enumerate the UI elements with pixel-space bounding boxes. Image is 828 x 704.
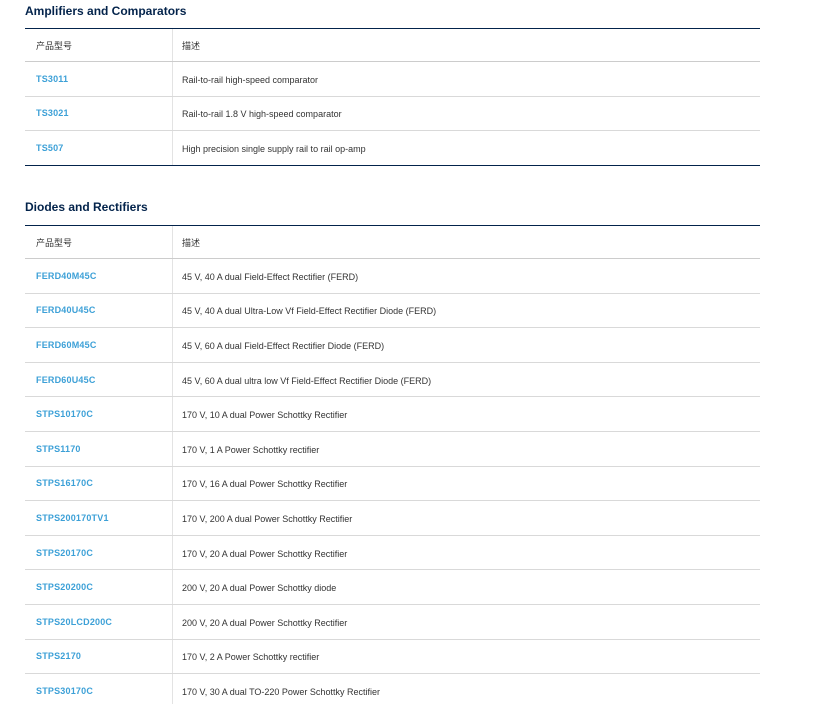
part-description: 170 V, 16 A dual Power Schottky Rectifie… bbox=[182, 479, 348, 490]
table-row: STPS200170TV1 170 V, 200 A dual Power Sc… bbox=[25, 501, 760, 536]
product-table: 产品型号 描述 TS3011 Rail-to-rail high-speed c… bbox=[25, 28, 760, 166]
part-description: 45 V, 40 A dual Field-Effect Rectifier (… bbox=[182, 271, 359, 282]
part-description: 170 V, 20 A dual Power Schottky Rectifie… bbox=[182, 548, 348, 559]
part-description: 170 V, 10 A dual Power Schottky Rectifie… bbox=[182, 410, 348, 421]
table-row: TS3021 Rail-to-rail 1.8 V high-speed com… bbox=[25, 96, 760, 132]
part-number-link[interactable]: STPS20170C bbox=[36, 548, 93, 558]
section-title: Diodes and Rectifiers bbox=[25, 200, 148, 214]
part-description: 170 V, 30 A dual TO-220 Power Schottky R… bbox=[182, 686, 380, 697]
part-number-link[interactable]: STPS30170C bbox=[36, 686, 93, 696]
column-header-description: 描述 bbox=[182, 238, 201, 248]
part-number-link[interactable]: STPS200170TV1 bbox=[36, 513, 109, 523]
part-description: Rail-to-rail 1.8 V high-speed comparator bbox=[182, 109, 342, 120]
part-number-link[interactable]: STPS2170 bbox=[36, 651, 81, 661]
part-number-link[interactable]: TS3021 bbox=[36, 108, 69, 118]
column-header-part: 产品型号 bbox=[36, 237, 73, 248]
table-row: TS3011 Rail-to-rail high-speed comparato… bbox=[25, 62, 760, 97]
part-number-link[interactable]: FERD40U45C bbox=[36, 305, 96, 315]
part-description: 45 V, 60 A dual Field-Effect Rectifier D… bbox=[182, 340, 385, 351]
part-description: 45 V, 60 A dual ultra low Vf Field-Effec… bbox=[182, 375, 432, 386]
part-description: 200 V, 20 A dual Power Schottky Rectifie… bbox=[182, 617, 348, 628]
table-header-row: 产品型号 描述 bbox=[25, 29, 760, 62]
part-number-link[interactable]: FERD60M45C bbox=[36, 340, 97, 350]
part-number-link[interactable]: TS507 bbox=[36, 143, 64, 153]
table-row: STPS30170C 170 V, 30 A dual TO-220 Power… bbox=[25, 674, 760, 704]
section-diodes-rectifiers: Diodes and Rectifiers 产品型号 描述 FERD40M45C… bbox=[25, 196, 760, 704]
table-row: STPS1170 170 V, 1 A Power Schottky recti… bbox=[25, 431, 760, 467]
part-description: 200 V, 20 A dual Power Schottky diode bbox=[182, 583, 337, 594]
part-number-link[interactable]: STPS16170C bbox=[36, 478, 93, 488]
page: Amplifiers and Comparators 产品型号 描述 TS301… bbox=[0, 0, 828, 704]
table-header-row: 产品型号 描述 bbox=[25, 226, 760, 259]
part-description: 170 V, 1 A Power Schottky rectifier bbox=[182, 444, 320, 455]
table-row: STPS20170C 170 V, 20 A dual Power Schott… bbox=[25, 535, 760, 571]
part-description: 45 V, 40 A dual Ultra-Low Vf Field-Effec… bbox=[182, 306, 437, 317]
part-description: High precision single supply rail to rai… bbox=[182, 143, 366, 154]
table-row: STPS10170C 170 V, 10 A dual Power Schott… bbox=[25, 397, 760, 432]
part-number-link[interactable]: TS3011 bbox=[36, 74, 68, 84]
part-description: 170 V, 2 A Power Schottky rectifier bbox=[182, 652, 320, 663]
part-number-link[interactable]: FERD60U45C bbox=[36, 375, 96, 385]
table-row: FERD60U45C 45 V, 60 A dual ultra low Vf … bbox=[25, 362, 760, 398]
table-row: STPS20LCD200C 200 V, 20 A dual Power Sch… bbox=[25, 604, 760, 640]
product-table: 产品型号 描述 FERD40M45C 45 V, 40 A dual Field… bbox=[25, 225, 760, 704]
table-row: FERD40M45C 45 V, 40 A dual Field-Effect … bbox=[25, 259, 760, 294]
part-number-link[interactable]: STPS20LCD200C bbox=[36, 617, 112, 627]
column-header-part: 产品型号 bbox=[36, 40, 73, 51]
table-row: STPS2170 170 V, 2 A Power Schottky recti… bbox=[25, 639, 760, 675]
table-row: FERD40U45C 45 V, 40 A dual Ultra-Low Vf … bbox=[25, 293, 760, 329]
table-row: STPS16170C 170 V, 16 A dual Power Schott… bbox=[25, 466, 760, 502]
part-description: Rail-to-rail high-speed comparator bbox=[182, 74, 319, 85]
part-number-link[interactable]: STPS1170 bbox=[36, 444, 81, 454]
table-row: TS507 High precision single supply rail … bbox=[25, 131, 760, 166]
part-description: 170 V, 200 A dual Power Schottky Rectifi… bbox=[182, 513, 353, 524]
part-number-link[interactable]: FERD40M45C bbox=[36, 271, 97, 281]
part-number-link[interactable]: STPS10170C bbox=[36, 409, 93, 419]
column-header-description: 描述 bbox=[182, 41, 201, 51]
table-row: FERD60M45C 45 V, 60 A dual Field-Effect … bbox=[25, 328, 760, 363]
section-title: Amplifiers and Comparators bbox=[25, 4, 187, 18]
section-amplifiers-comparators: Amplifiers and Comparators 产品型号 描述 TS301… bbox=[25, 0, 760, 166]
table-row: STPS20200C 200 V, 20 A dual Power Schott… bbox=[25, 570, 760, 605]
part-number-link[interactable]: STPS20200C bbox=[36, 582, 93, 592]
